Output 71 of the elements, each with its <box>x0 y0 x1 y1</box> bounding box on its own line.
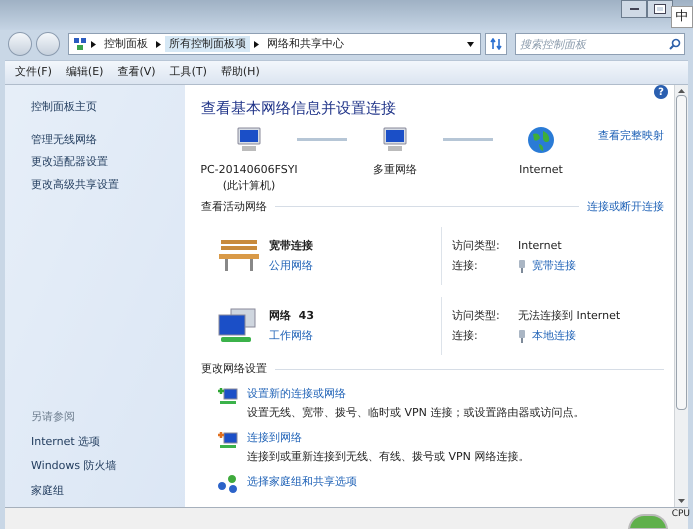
back-button[interactable] <box>8 32 32 56</box>
search-icon <box>669 38 681 50</box>
task-link[interactable]: 选择家庭组和共享选项 <box>247 474 357 490</box>
address-bar[interactable]: 控制面板 所有控制面板项 网络和共享中心 <box>68 33 481 55</box>
sidebar-link[interactable]: Windows 防火墙 <box>31 458 185 474</box>
chevron-icon <box>91 40 96 48</box>
see-also-heading: 另请参阅 <box>31 409 76 425</box>
cable-plug-icon <box>518 260 526 273</box>
minimize-button[interactable] <box>621 0 647 18</box>
homegroup-icon <box>217 474 239 494</box>
refresh-button[interactable] <box>485 33 507 55</box>
task-description: 设置无线、宽带、拨号、临时或 VPN 连接；或设置路由器或访问点。 <box>247 405 584 421</box>
task-link[interactable]: 连接到网络 <box>247 430 530 446</box>
map-node-label: PC-20140606FSYI <box>200 162 298 178</box>
scroll-thumb[interactable] <box>676 95 687 410</box>
chevron-icon <box>156 40 161 48</box>
map-node-sublabel: (此计算机) <box>222 178 276 194</box>
ime-indicator[interactable]: 中 <box>671 6 693 28</box>
access-type-value: Internet <box>518 238 563 254</box>
dropdown-icon[interactable] <box>467 42 474 46</box>
connect-disconnect-link[interactable]: 连接或断开连接 <box>587 198 664 215</box>
menu-item[interactable]: 查看(V) <box>117 64 156 81</box>
menu-item[interactable]: 文件(F) <box>15 64 52 81</box>
network-name: 宽带连接 <box>269 238 313 254</box>
view-full-map-link[interactable]: 查看完整映射 <box>598 128 664 144</box>
connect-network-icon <box>217 430 239 450</box>
forward-button[interactable] <box>36 32 60 56</box>
menu-item[interactable]: 工具(T) <box>170 64 207 81</box>
menu-item[interactable]: 编辑(E) <box>66 64 104 81</box>
sidebar-link[interactable]: 更改高级共享设置 <box>31 176 185 193</box>
task-link[interactable]: 设置新的连接或网络 <box>247 386 584 402</box>
network-name: 网络 43 <box>269 308 314 324</box>
field-label: 连接: <box>452 258 479 274</box>
connection-link[interactable]: 宽带连接 <box>532 258 576 274</box>
map-node-label: 多重网络 <box>373 162 417 178</box>
chevron-icon <box>254 40 259 48</box>
sidebar-link[interactable]: Internet 选项 <box>31 434 185 450</box>
maximize-button[interactable] <box>647 0 673 18</box>
new-connection-icon <box>217 386 239 406</box>
network-type-link[interactable]: 公用网络 <box>269 258 313 274</box>
help-button[interactable]: ? <box>654 85 668 99</box>
control-panel-icon <box>73 37 87 51</box>
scrollbar[interactable] <box>674 85 688 507</box>
breadcrumb[interactable]: 所有控制面板项 <box>165 36 250 52</box>
access-type-value: 无法连接到 Internet <box>518 308 620 324</box>
connection-link[interactable]: 本地连接 <box>532 328 576 344</box>
search-field[interactable]: 搜索控制面板 <box>515 33 685 55</box>
cable-plug-icon <box>518 330 526 343</box>
map-node-label: Internet <box>519 162 563 178</box>
field-label: 连接: <box>452 328 479 344</box>
scroll-up-icon[interactable] <box>678 89 685 93</box>
bench-icon <box>217 238 261 274</box>
field-label: 访问类型: <box>452 308 501 324</box>
refresh-icon <box>490 38 502 50</box>
globe-icon <box>527 126 555 154</box>
gauge-icon <box>628 514 668 529</box>
section-heading: 查看活动网络 <box>201 198 267 214</box>
sidebar-link[interactable]: 管理无线网络 <box>31 132 185 148</box>
menu-item[interactable]: 帮助(H) <box>220 64 260 81</box>
scroll-down-icon[interactable] <box>678 499 685 503</box>
breadcrumb[interactable]: 网络和共享中心 <box>263 36 348 52</box>
breadcrumb[interactable]: 控制面板 <box>100 36 152 52</box>
sidebar-link[interactable]: 家庭组 <box>31 482 185 499</box>
network-type-link[interactable]: 工作网络 <box>269 328 314 344</box>
task-description: 连接到或重新连接到无线、有线、拨号或 VPN 网络连接。 <box>247 449 530 465</box>
sidebar-link[interactable]: 控制面板主页 <box>31 99 185 116</box>
field-label: 访问类型: <box>452 238 501 254</box>
sidebar-link[interactable]: 更改适配器设置 <box>31 154 185 170</box>
cpu-label: CPU <box>672 508 690 521</box>
section-heading: 更改网络设置 <box>201 361 267 377</box>
page-title: 查看基本网络信息并设置连接 <box>201 98 397 119</box>
